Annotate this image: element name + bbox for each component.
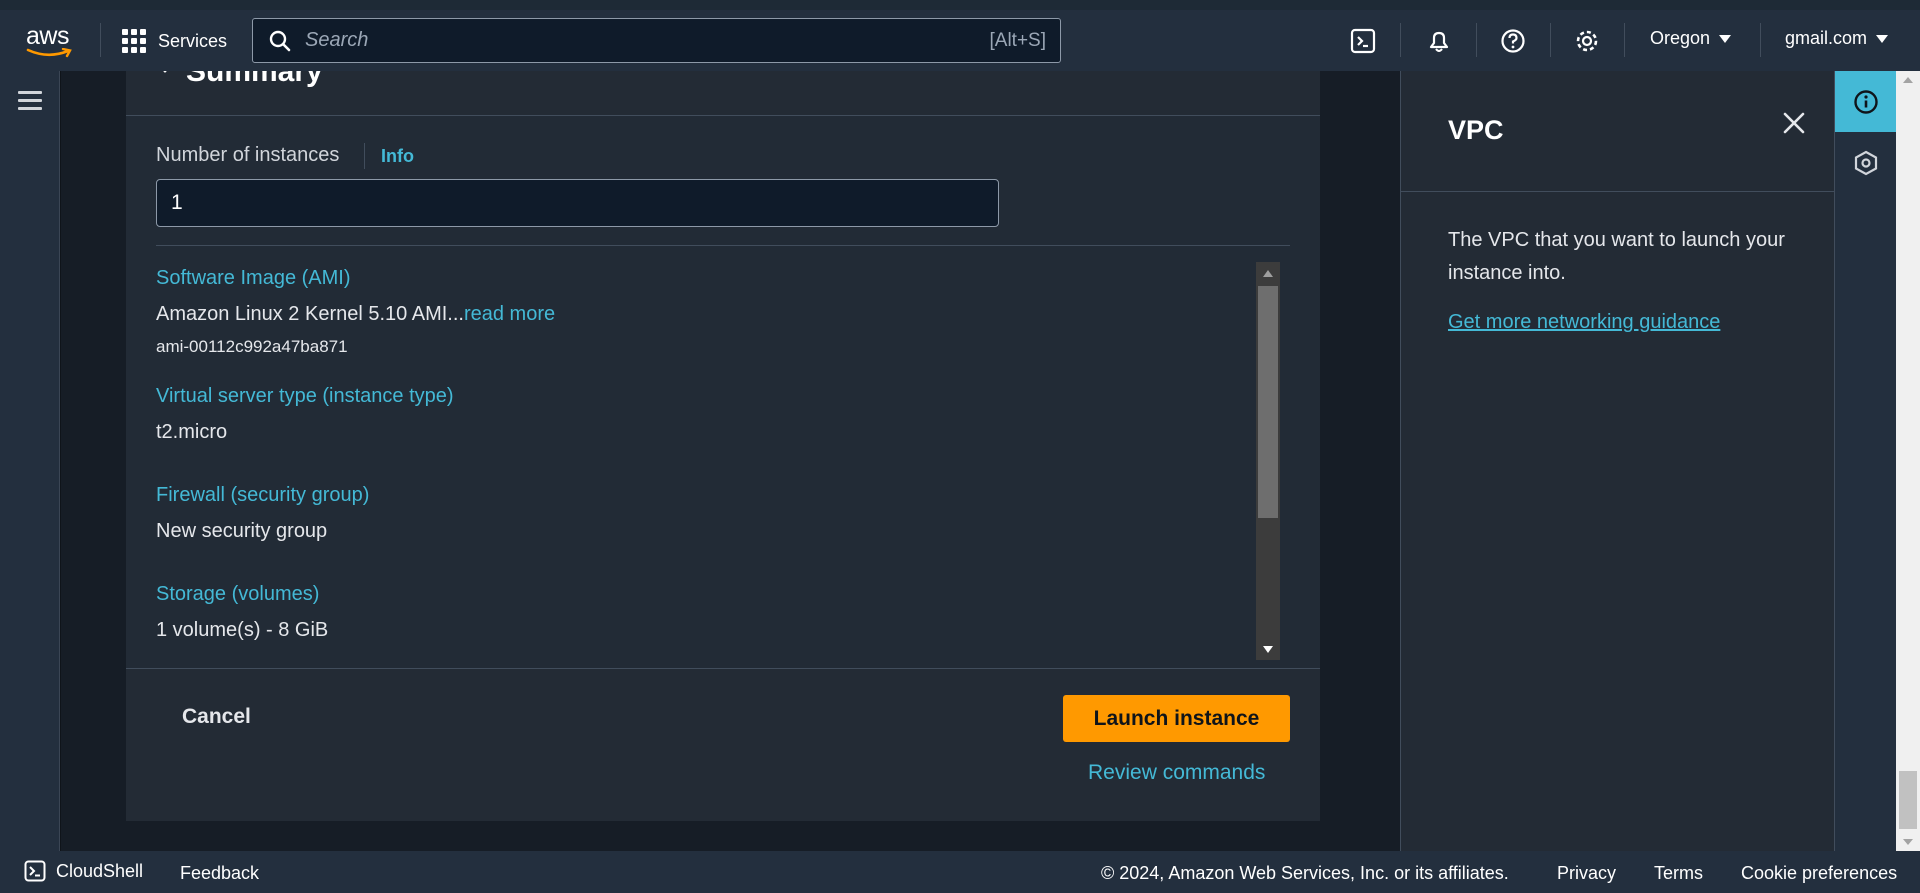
- chevron-down-icon: [163, 71, 167, 73]
- caret-down-icon: [1719, 34, 1732, 43]
- left-navigation-rail: [0, 71, 60, 851]
- label-separator: [364, 143, 365, 169]
- summary-title: Summary: [186, 71, 323, 88]
- cloudshell-icon: [24, 860, 46, 882]
- grid-icon: [122, 29, 146, 53]
- search-shortcut-hint: [Alt+S]: [989, 29, 1047, 51]
- extension-panel-toggle[interactable]: [1835, 132, 1896, 193]
- info-panel-toggle[interactable]: [1835, 71, 1896, 132]
- security-group-key-link[interactable]: Firewall (security group): [156, 484, 369, 507]
- ami-value-text: Amazon Linux 2 Kernel 5.10 AMI...: [156, 303, 464, 325]
- cloudshell-button[interactable]: CloudShell: [24, 860, 143, 882]
- close-icon[interactable]: [1778, 107, 1810, 139]
- storage-value: 1 volume(s) - 8 GiB: [156, 619, 329, 641]
- help-panel: VPC The VPC that you want to launch your…: [1400, 71, 1835, 851]
- feedback-link[interactable]: Feedback: [180, 863, 259, 884]
- aws-logo-text: aws: [26, 22, 69, 50]
- account-menu[interactable]: gmail.com: [1785, 28, 1889, 49]
- ami-key-link[interactable]: Software Image (AMI): [156, 267, 351, 290]
- nav-separator: [1476, 23, 1477, 57]
- help-panel-title: VPC: [1448, 115, 1504, 145]
- cancel-button[interactable]: Cancel: [182, 705, 251, 729]
- nav-separator: [100, 23, 101, 57]
- cloudshell-icon[interactable]: [1348, 26, 1378, 56]
- summary-panel: Summary Number of instances Info Softwar…: [126, 71, 1320, 821]
- nav-separator: [1624, 23, 1625, 57]
- console-footer: CloudShell Feedback © 2024, Amazon Web S…: [0, 851, 1920, 893]
- hexagon-icon: [1854, 150, 1877, 175]
- nav-separator: [1400, 23, 1401, 57]
- scroll-up-arrow-icon[interactable]: [1256, 262, 1280, 284]
- details-scrollbar[interactable]: [1256, 262, 1280, 660]
- summary-body: Number of instances Info Software Image …: [126, 117, 1320, 667]
- review-commands-link[interactable]: Review commands: [1088, 761, 1265, 785]
- bell-icon[interactable]: [1424, 26, 1454, 56]
- account-label: gmail.com: [1785, 28, 1868, 48]
- instance-type-value: t2.micro: [156, 421, 228, 443]
- region-selector[interactable]: Oregon: [1650, 28, 1732, 49]
- nav-separator: [1550, 23, 1551, 57]
- privacy-link[interactable]: Privacy: [1557, 863, 1616, 884]
- aws-smile-icon: [26, 48, 72, 58]
- security-group-value: New security group: [156, 520, 328, 542]
- ami-id: ami-00112c992a47ba871: [156, 337, 348, 356]
- search-icon: [269, 30, 291, 52]
- info-icon: [1853, 89, 1878, 114]
- services-menu-button[interactable]: Services: [122, 26, 227, 56]
- caret-down-icon: [1876, 34, 1889, 43]
- gear-icon[interactable]: [1572, 26, 1602, 56]
- services-label: Services: [158, 30, 228, 51]
- number-of-instances-input[interactable]: [156, 179, 999, 227]
- top-navigation: aws Services Search [Alt+S] Oregon gmail…: [0, 10, 1920, 71]
- section-divider: [156, 245, 1290, 246]
- storage-key-link[interactable]: Storage (volumes): [156, 583, 319, 606]
- launch-instance-button[interactable]: Launch instance: [1063, 695, 1290, 742]
- info-link[interactable]: Info: [381, 146, 414, 167]
- ami-value: Amazon Linux 2 Kernel 5.10 AMI...read mo…: [156, 303, 555, 326]
- aws-logo[interactable]: aws: [26, 24, 76, 58]
- top-strip: [0, 0, 1920, 10]
- search-input[interactable]: Search [Alt+S]: [252, 18, 1061, 63]
- page-scroll-down-icon[interactable]: [1896, 833, 1920, 851]
- region-label: Oregon: [1650, 28, 1711, 48]
- networking-guidance-link[interactable]: Get more networking guidance: [1448, 311, 1720, 334]
- page-scrollbar[interactable]: [1896, 71, 1920, 851]
- cookie-preferences-link[interactable]: Cookie preferences: [1741, 863, 1897, 884]
- cloudshell-label: CloudShell: [56, 860, 144, 881]
- number-of-instances-label: Number of instances: [156, 144, 340, 166]
- summary-header[interactable]: Summary: [126, 71, 1320, 116]
- page-scroll-up-icon[interactable]: [1896, 71, 1920, 89]
- summary-details-scroll[interactable]: Software Image (AMI) Amazon Linux 2 Kern…: [156, 262, 1290, 667]
- instance-type-key-link[interactable]: Virtual server type (instance type): [156, 385, 454, 408]
- tools-rail: [1834, 71, 1896, 851]
- search-placeholder: Search: [305, 29, 369, 51]
- help-panel-description: The VPC that you want to launch your ins…: [1448, 229, 1785, 284]
- read-more-link[interactable]: read more: [464, 303, 555, 325]
- help-panel-divider: [1401, 191, 1835, 192]
- copyright-text: © 2024, Amazon Web Services, Inc. or its…: [1101, 863, 1509, 883]
- page-scrollbar-thumb[interactable]: [1899, 771, 1917, 829]
- scroll-down-arrow-icon[interactable]: [1256, 638, 1280, 660]
- summary-actions: Cancel Launch instance Review commands: [126, 668, 1320, 821]
- nav-separator: [1760, 23, 1761, 57]
- help-icon[interactable]: [1498, 26, 1528, 56]
- menu-icon[interactable]: [18, 91, 42, 111]
- scrollbar-thumb[interactable]: [1258, 286, 1278, 518]
- terms-link[interactable]: Terms: [1654, 863, 1703, 884]
